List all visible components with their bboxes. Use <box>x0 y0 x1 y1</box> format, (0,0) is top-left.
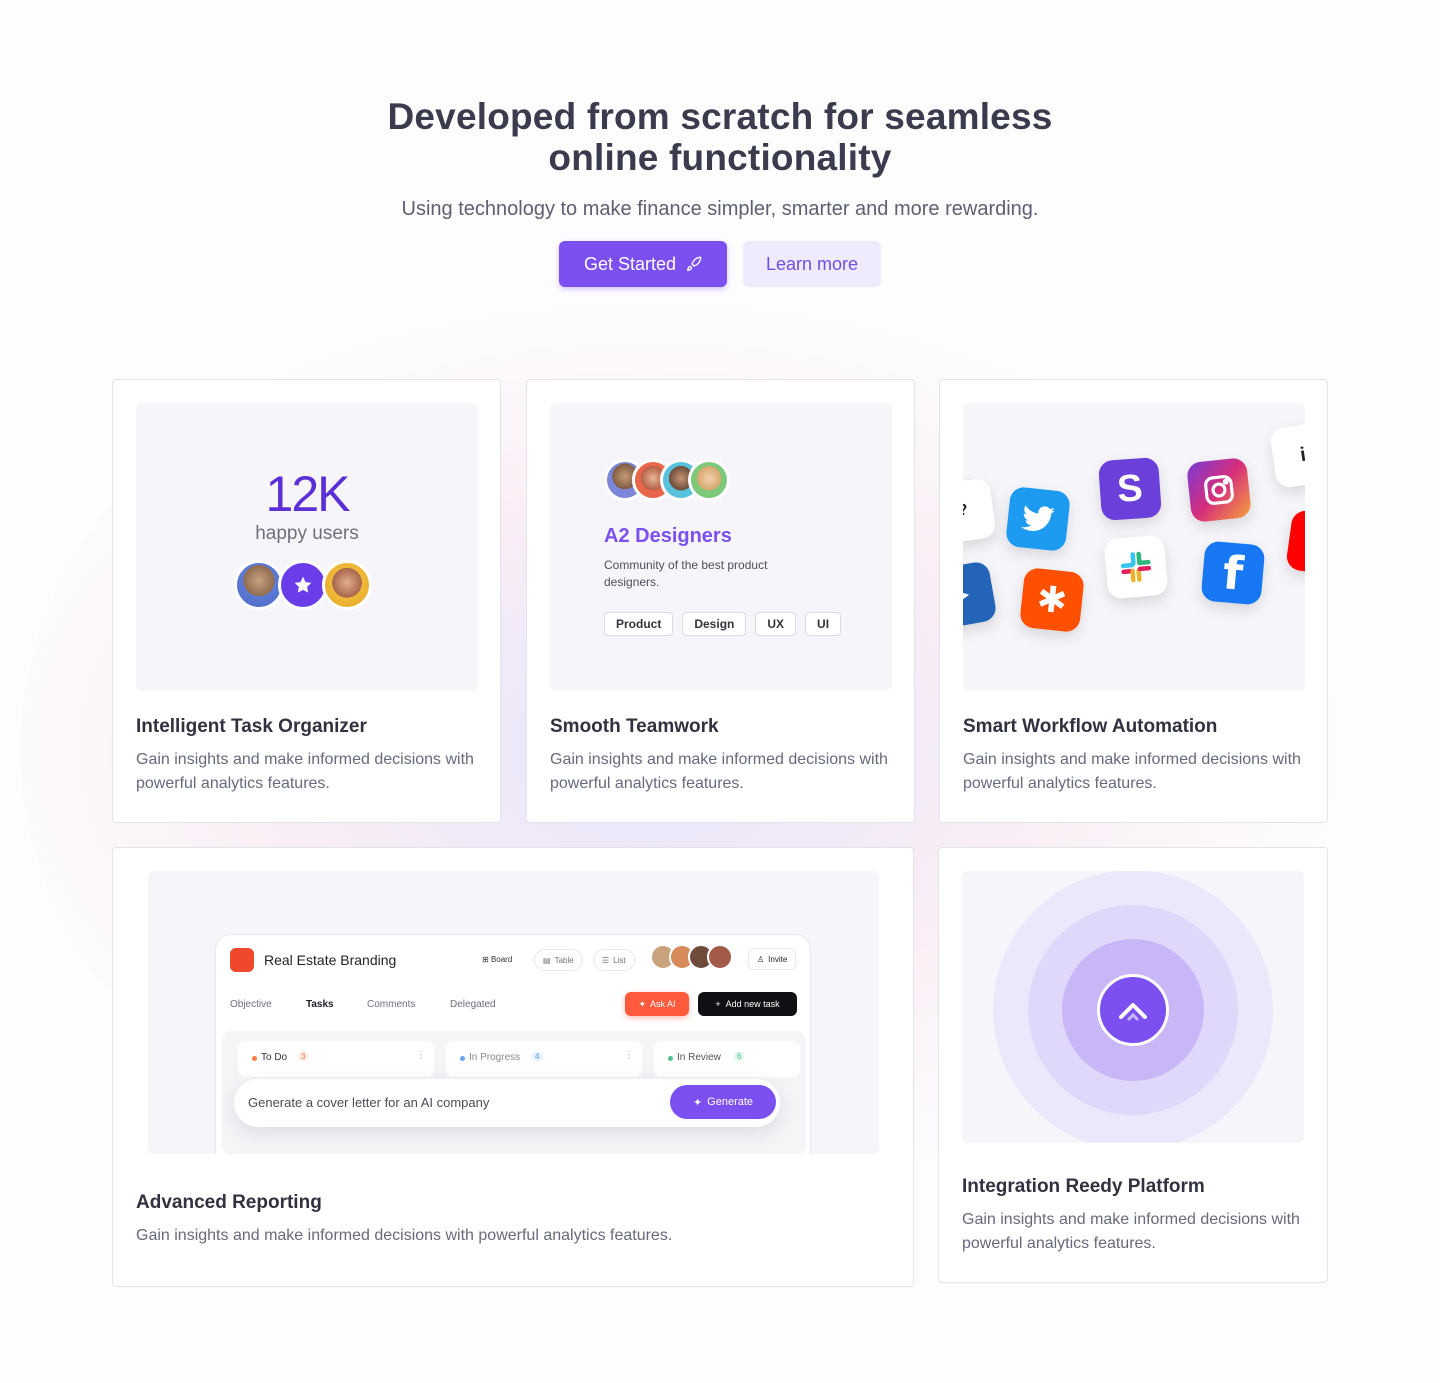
task-organizer-media: 12K happy users <box>136 403 478 691</box>
tag-design[interactable]: Design <box>682 612 747 636</box>
star-badge-icon <box>278 560 328 610</box>
hero-subtitle: Using technology to make finance simpler… <box>401 198 1039 220</box>
column-in-review-label: In Review <box>677 1052 721 1063</box>
integration-card: Integration Reedy Platform Gain insights… <box>938 847 1328 1283</box>
view-board[interactable]: ⊞ Board <box>482 955 512 964</box>
get-started-label: Get Started <box>583 253 677 274</box>
workflow-card: ? S i ▶ ✱ f Smart Workflow Automation Ga… <box>939 379 1328 823</box>
partial-app-icon <box>1285 509 1305 577</box>
workflow-media: ? S i ▶ ✱ f <box>963 403 1305 691</box>
partial-app-icon: i <box>1269 421 1305 489</box>
hero-title-line-1: Developed from scratch for seamless <box>387 96 1053 137</box>
twitter-icon <box>1005 486 1071 552</box>
status-dot <box>252 1056 257 1061</box>
column-in-progress-count: 4 <box>532 1052 543 1061</box>
column-in-progress-label: In Progress <box>469 1052 521 1063</box>
learn-more-label: Learn more <box>765 253 859 274</box>
view-list-label: List <box>613 955 626 965</box>
column-todo-count: 3 <box>298 1052 309 1061</box>
rocket-icon <box>687 256 702 271</box>
project-board-mockup: Real Estate Branding ⊞ Board ▤ Table ☰ L… <box>215 934 811 1154</box>
add-new-task-button[interactable]: + Add new task <box>698 992 797 1016</box>
learn-more-button[interactable]: Learn more <box>743 241 881 287</box>
skype-icon: S <box>1097 456 1163 522</box>
card-title: Smart Workflow Automation <box>963 716 1218 737</box>
facebook-icon: f <box>1200 540 1266 606</box>
reporting-media: Real Estate Branding ⊞ Board ▤ Table ☰ L… <box>148 871 879 1154</box>
project-title: Real Estate Branding <box>264 952 397 968</box>
ask-ai-label: Ask AI <box>650 999 676 1009</box>
reporting-card: Real Estate Branding ⊞ Board ▤ Table ☰ L… <box>112 847 914 1287</box>
card-title: Advanced Reporting <box>136 1192 322 1213</box>
sparkle-icon: ✦ <box>692 1096 703 1109</box>
generate-button[interactable]: ✦ Generate <box>670 1085 776 1119</box>
ai-prompt-bar[interactable]: Generate a cover letter for an AI compan… <box>234 1079 780 1127</box>
tab-delegated[interactable]: Delegated <box>450 999 496 1010</box>
card-title: Integration Reedy Platform <box>962 1176 1205 1197</box>
more-icon[interactable]: ⋮ <box>624 1050 634 1061</box>
column-in-review-count: 6 <box>734 1052 745 1061</box>
partial-app-icon: ▶ <box>963 560 998 630</box>
plus-icon: + <box>715 999 721 1009</box>
task-organizer-card: 12K happy users Intelligent Task Organiz… <box>112 379 501 823</box>
add-task-label: Add new task <box>725 999 780 1009</box>
card-description: Gain insights and make informed decision… <box>136 751 474 792</box>
card-title: Smooth Teamwork <box>550 716 719 737</box>
chevron-up-logo-icon <box>1119 1003 1147 1021</box>
avatar <box>707 944 733 970</box>
avatar <box>234 560 284 610</box>
column-todo: To Do 3 ⋮ <box>238 1041 434 1077</box>
teamwork-media: A2 Designers Community of the best produ… <box>550 403 892 691</box>
teamwork-card: A2 Designers Community of the best produ… <box>526 379 915 823</box>
tag-product[interactable]: Product <box>604 612 674 636</box>
view-table-label: Table <box>554 955 574 965</box>
status-dot <box>668 1056 673 1061</box>
slack-icon <box>1103 534 1169 600</box>
invite-label: Invite <box>768 954 788 964</box>
view-table[interactable]: ▤ Table <box>534 949 583 971</box>
happy-users-label: happy users <box>255 523 359 544</box>
group-description: Community of the best product designers. <box>604 558 768 589</box>
hero-title-line-2: online functionality <box>548 137 892 178</box>
card-description: Gain insights and make informed decision… <box>550 751 888 792</box>
project-logo-icon <box>230 948 254 972</box>
tab-objective[interactable]: Objective <box>230 999 272 1010</box>
partial-app-icon: ? <box>963 477 997 545</box>
card-description: Gain insights and make informed decision… <box>963 751 1301 792</box>
cta-group: Get Started Learn more <box>0 241 1440 287</box>
hero-section: Developed from scratch for seamless onli… <box>0 96 1440 287</box>
avatar <box>688 459 730 501</box>
card-description: Gain insights and make informed decision… <box>962 1211 1300 1252</box>
status-dot <box>460 1056 465 1061</box>
instagram-icon <box>1186 457 1252 523</box>
invite-button[interactable]: ♙ Invite <box>748 948 797 970</box>
tag-ux[interactable]: UX <box>755 612 797 636</box>
ask-ai-button[interactable]: ✦ Ask AI <box>625 992 689 1016</box>
tag-list: Product Design UX UI <box>604 612 842 636</box>
avatar <box>322 560 372 610</box>
hero-title: Developed from scratch for seamless onli… <box>0 96 1440 178</box>
zapier-icon: ✱ <box>1019 567 1085 633</box>
group-name: A2 Designers <box>604 525 732 547</box>
card-description: Gain insights and make informed decision… <box>136 1227 673 1244</box>
sparkle-icon: ✦ <box>638 998 647 1009</box>
more-icon[interactable]: ⋮ <box>416 1050 426 1061</box>
integration-media <box>962 871 1304 1143</box>
view-board-label: Board <box>490 955 513 964</box>
logo-circle[interactable] <box>1097 974 1169 1046</box>
view-list[interactable]: ☰ List <box>593 949 635 971</box>
ai-prompt-text: Generate a cover letter for an AI compan… <box>248 1095 490 1110</box>
tag-ui[interactable]: UI <box>805 612 842 636</box>
card-title: Intelligent Task Organizer <box>136 716 367 737</box>
column-todo-label: To Do <box>261 1052 288 1063</box>
tab-tasks[interactable]: Tasks <box>306 999 334 1010</box>
column-in-progress: In Progress 4 ⋮ <box>446 1041 642 1077</box>
column-in-review: In Review 6 <box>654 1041 800 1077</box>
get-started-button[interactable]: Get Started <box>559 241 727 287</box>
generate-label: Generate <box>707 1096 754 1108</box>
happy-users-count: 12K <box>265 466 351 522</box>
tab-comments[interactable]: Comments <box>367 999 415 1010</box>
